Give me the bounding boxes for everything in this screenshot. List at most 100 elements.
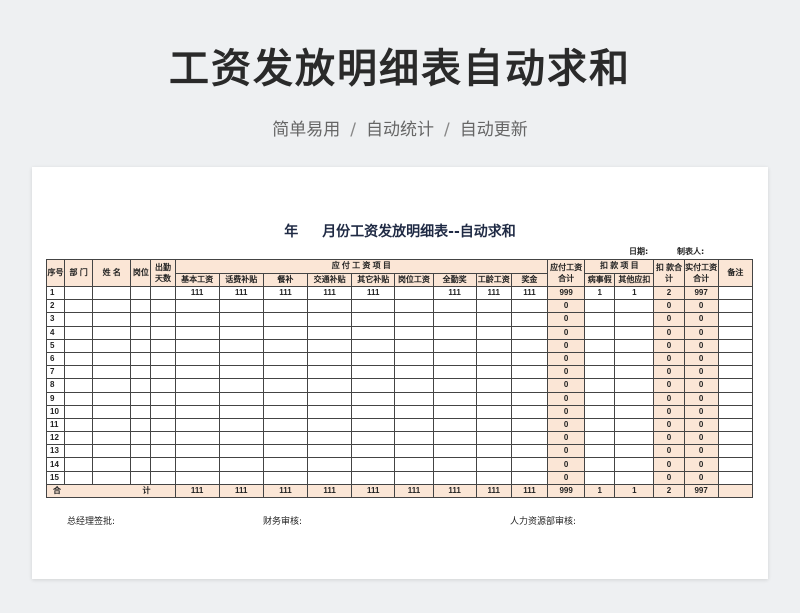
payable-item-cell bbox=[475, 378, 512, 393]
salary-table: 序号 部 门 姓 名 岗位 出勤天数 应 付 工 资 项 目 应付工资合计 扣 … bbox=[45, 259, 754, 499]
payable-item-cell bbox=[218, 378, 264, 393]
empty-cell bbox=[64, 457, 94, 472]
payable-item-cell bbox=[262, 431, 309, 446]
payable-item-cell bbox=[510, 431, 549, 446]
payable-item-cell: 111 bbox=[475, 285, 512, 301]
payable-item-cell bbox=[218, 470, 264, 485]
deduct-total-cell: 0 bbox=[653, 299, 685, 314]
empty-cell bbox=[130, 285, 152, 301]
sheet-title: 年 月份工资发放明细表--自动求和 bbox=[32, 221, 768, 241]
payable-item-cell bbox=[510, 417, 549, 433]
payable-item-cell bbox=[262, 299, 309, 314]
empty-cell bbox=[92, 431, 132, 446]
total-payable-item-cell: 111 bbox=[432, 483, 477, 499]
empty-cell bbox=[92, 417, 132, 433]
payable-item-cell bbox=[307, 312, 353, 327]
empty-cell bbox=[150, 378, 176, 393]
empty-cell bbox=[92, 457, 132, 472]
table-row: 6000 bbox=[45, 351, 754, 367]
payable-item-cell bbox=[262, 417, 309, 433]
net-total-cell: 997 bbox=[683, 285, 719, 301]
payable-item-cell bbox=[475, 444, 512, 459]
payable-item-cell bbox=[394, 312, 434, 327]
total-label-left: 合 bbox=[53, 485, 61, 495]
payable-item-cell bbox=[432, 299, 477, 314]
payable-item-cell bbox=[351, 391, 396, 406]
net-total-cell: 0 bbox=[683, 417, 719, 433]
payable-item-cell bbox=[218, 351, 264, 367]
payable-item-cell bbox=[510, 404, 549, 419]
spreadsheet-preview: 年 月份工资发放明细表--自动求和 日期: 制表人: 序号 部 门 姓 名 岗位 … bbox=[32, 167, 768, 579]
tag-separator: / bbox=[350, 120, 356, 140]
empty-cell bbox=[150, 299, 176, 314]
payable-item-cell bbox=[262, 325, 309, 340]
deduct-item-cell bbox=[584, 417, 616, 433]
total-payable-item-cell: 111 bbox=[174, 483, 220, 499]
table-row: 1 111 111 111 111 111 111 111 111 999 1 1 2 997 bbox=[45, 285, 754, 301]
remark-cell bbox=[717, 444, 754, 459]
tag-auto-stats: 自动统计 bbox=[366, 120, 434, 140]
total-deduct-item-cell: 1 bbox=[584, 483, 616, 499]
payable-item-cell bbox=[475, 351, 512, 367]
payable-item-cell bbox=[218, 325, 264, 340]
header-payable-item: 话费补贴 bbox=[218, 272, 264, 287]
deduct-item-cell bbox=[584, 351, 616, 367]
deduct-item-cell bbox=[614, 404, 655, 419]
total-payable-item-cell: 111 bbox=[351, 483, 396, 499]
row-number-cell: 10 bbox=[45, 404, 66, 419]
empty-cell bbox=[150, 404, 176, 419]
payable-total-cell: 0 bbox=[547, 404, 586, 419]
deduct-item-cell bbox=[584, 431, 616, 446]
deduct-item-cell bbox=[614, 457, 655, 472]
empty-cell bbox=[64, 470, 94, 485]
header-seq: 序号 bbox=[45, 259, 66, 287]
payable-total-cell: 0 bbox=[547, 470, 586, 485]
remark-cell bbox=[717, 325, 754, 340]
payable-item-cell bbox=[394, 417, 434, 433]
remark-cell bbox=[717, 378, 754, 393]
page-title: 工资发放明细表自动求和 bbox=[169, 46, 631, 92]
empty-cell bbox=[64, 312, 94, 327]
payable-item-cell bbox=[262, 312, 309, 327]
payable-item-cell bbox=[351, 404, 396, 419]
net-total-cell: 0 bbox=[683, 325, 719, 340]
total-label-cell: 合计 bbox=[46, 483, 176, 499]
remark-cell bbox=[717, 351, 754, 367]
payable-item-cell bbox=[262, 391, 309, 406]
empty-cell bbox=[92, 378, 132, 393]
payable-item-cell bbox=[351, 312, 396, 327]
deduct-item-cell bbox=[584, 325, 616, 340]
deduct-item-cell bbox=[614, 351, 655, 367]
payable-item-cell bbox=[475, 325, 512, 340]
empty-cell bbox=[150, 417, 176, 433]
payable-item-cell bbox=[394, 338, 434, 353]
payable-item-cell bbox=[510, 365, 549, 380]
deduct-item-cell bbox=[584, 391, 616, 406]
payable-item-cell bbox=[432, 404, 477, 419]
payable-item-cell bbox=[475, 299, 512, 314]
payable-item-cell bbox=[510, 470, 549, 485]
deduct-total-cell: 0 bbox=[653, 444, 685, 459]
payable-item-cell bbox=[174, 431, 220, 446]
total-row: 合计 111 111 111 111 111 111 111 111 111 999 1 1 2 997 bbox=[46, 483, 754, 499]
payable-item-cell bbox=[262, 365, 309, 380]
empty-cell bbox=[130, 325, 152, 340]
payable-total-cell: 0 bbox=[547, 351, 586, 367]
row-number-cell: 1 bbox=[45, 285, 66, 301]
payable-item-cell bbox=[510, 325, 549, 340]
payable-item-cell bbox=[394, 351, 434, 367]
deduct-total-cell: 0 bbox=[653, 431, 685, 446]
payable-item-cell bbox=[351, 431, 396, 446]
payable-item-cell bbox=[262, 351, 309, 367]
hr-review-label: 人力资源部审核: bbox=[510, 517, 577, 527]
remark-cell bbox=[717, 457, 754, 472]
empty-cell bbox=[92, 325, 132, 340]
payable-item-cell bbox=[394, 404, 434, 419]
payable-item-cell bbox=[351, 444, 396, 459]
payable-item-cell bbox=[432, 391, 477, 406]
header-payable-item: 工龄工资 bbox=[475, 272, 512, 287]
payable-item-cell bbox=[218, 417, 264, 433]
payable-item-cell bbox=[174, 351, 220, 367]
payable-item-cell bbox=[262, 404, 309, 419]
payable-total-cell: 0 bbox=[547, 299, 586, 314]
